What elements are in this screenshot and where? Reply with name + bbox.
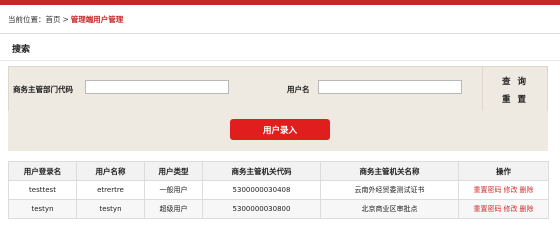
search-divider: [0, 60, 560, 61]
username-input[interactable]: [318, 80, 462, 94]
header-divider: [0, 33, 560, 34]
col-org-code: 商务主管机关代码: [202, 161, 321, 181]
cell-login: testyn: [8, 199, 77, 219]
reset-password-link[interactable]: 重置密码: [474, 186, 502, 194]
user-table: 用户登录名 用户名称 用户类型 商务主管机关代码 商务主管机关名称 操作 tes…: [8, 161, 549, 219]
breadcrumb-current: 管理端用户管理: [70, 15, 124, 24]
table-header-row: 用户登录名 用户名称 用户类型 商务主管机关代码 商务主管机关名称 操作: [8, 161, 549, 181]
cell-org-name: 北京商业区审批点: [320, 199, 459, 219]
search-section-title: 搜索: [12, 45, 31, 55]
breadcrumb-separator: >: [62, 15, 69, 24]
dept-code-input[interactable]: [85, 80, 229, 94]
col-name: 用户名称: [76, 161, 145, 181]
cell-login: testtest: [8, 180, 77, 200]
cell-name: etrertre: [76, 180, 145, 200]
cell-name: testyn: [76, 199, 145, 219]
breadcrumb: 当前位置：首页 > 管理端用户管理: [8, 12, 123, 28]
reset-button[interactable]: 重 置: [483, 93, 547, 105]
dept-code-label: 商务主管部门代码: [13, 85, 73, 94]
breadcrumb-home-link[interactable]: 首页: [46, 15, 61, 24]
edit-link[interactable]: 修改: [504, 186, 518, 194]
cell-ops: 重置密码 修改 删除: [458, 199, 549, 219]
username-label: 用户名: [287, 85, 310, 94]
action-band: 用户录入: [8, 111, 548, 151]
cell-org-code: 5300000030408: [202, 180, 321, 200]
search-filter-panel: 商务主管部门代码 用户名 查 询 重 置: [8, 66, 548, 112]
filter-actions: 查 询 重 置: [482, 67, 547, 111]
cell-type: 超级用户: [144, 199, 203, 219]
delete-link[interactable]: 删除: [520, 186, 534, 194]
col-type: 用户类型: [144, 161, 203, 181]
col-org-name: 商务主管机关名称: [320, 161, 459, 181]
table-row: testyn testyn 超级用户 5300000030800 北京商业区审批…: [8, 199, 549, 219]
edit-link[interactable]: 修改: [504, 205, 518, 213]
query-button[interactable]: 查 询: [483, 75, 547, 87]
col-ops: 操作: [458, 161, 549, 181]
cell-ops: 重置密码 修改 删除: [458, 180, 549, 200]
delete-link[interactable]: 删除: [520, 205, 534, 213]
cell-type: 一般用户: [144, 180, 203, 200]
breadcrumb-prefix: 当前位置：: [8, 15, 46, 24]
table-row: testtest etrertre 一般用户 5300000030408 云南外…: [8, 180, 549, 200]
cell-org-name: 云南外经贸委测试证书: [320, 180, 459, 200]
top-accent-bar: [0, 0, 560, 5]
add-user-button[interactable]: 用户录入: [230, 119, 330, 140]
reset-password-link[interactable]: 重置密码: [474, 205, 502, 213]
cell-org-code: 5300000030800: [202, 199, 321, 219]
col-login: 用户登录名: [8, 161, 77, 181]
